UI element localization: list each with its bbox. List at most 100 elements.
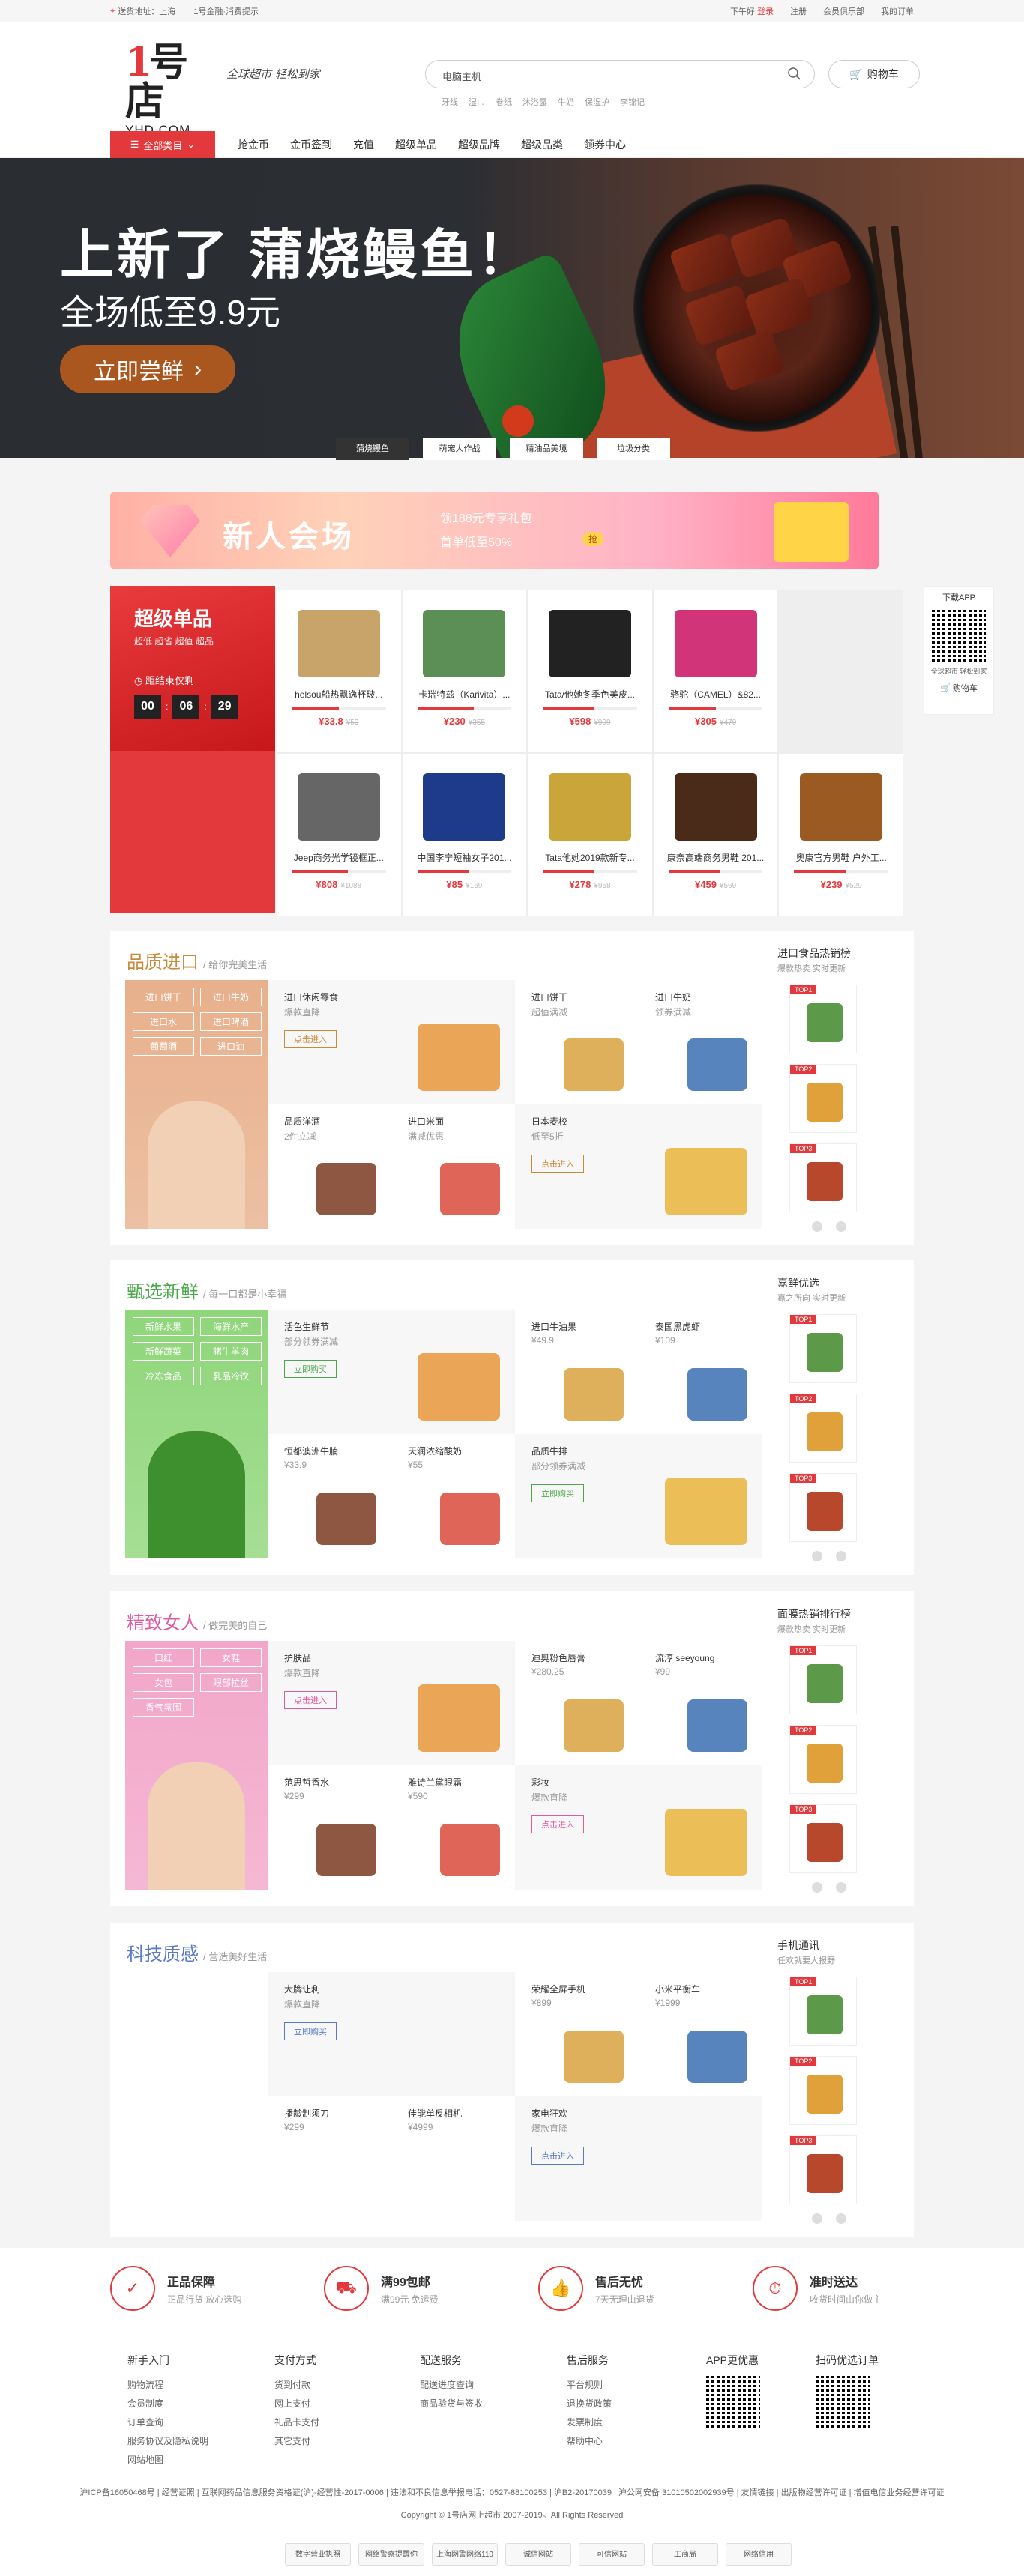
product-card[interactable]: 骆驼（CAMEL）&82... ¥305 ¥470 (653, 590, 778, 752)
product-card[interactable]: helsou船热飘逸杯玻... ¥33.8 ¥53 (277, 590, 401, 752)
ranking-item[interactable]: TOP3 (789, 1143, 857, 1212)
next-dot[interactable] (836, 2213, 846, 2224)
floor-tag[interactable]: 香气氛围 (133, 1698, 194, 1717)
hero-banner[interactable]: 上新了 蒲烧鳗鱼！ 全场低至9.9元 立即尝鲜 › (0, 158, 1024, 458)
ranking-item[interactable]: TOP3 (789, 1804, 857, 1873)
service-item[interactable]: ⏱ 准时送达 收货时间由你做主 (753, 2266, 882, 2311)
search-input[interactable]: 电脑主机 (442, 69, 481, 83)
grab-badge[interactable]: 抢 (582, 532, 604, 546)
next-dot[interactable] (836, 1551, 846, 1561)
all-categories-button[interactable]: ☰ 全部类目 ⌄ (110, 131, 215, 158)
banner-tab[interactable]: 精油品美境 (510, 438, 583, 460)
floor-cell[interactable]: 进口饼干 超值满减 (515, 980, 639, 1104)
cell-button[interactable]: 立即购买 (531, 1484, 584, 1502)
prev-dot[interactable] (812, 2213, 822, 2224)
floor-tag[interactable]: 猪牛羊肉 (200, 1342, 262, 1361)
cart-button[interactable]: 🛒 购物车 (828, 60, 920, 88)
floor-banner[interactable]: 口红 女鞋 女包 眼部拉丝 香气氛围 (125, 1641, 268, 1890)
floor-cell[interactable]: 恒都澳洲牛腩 ¥33.9 (268, 1434, 391, 1558)
floor-cell[interactable]: 播龄制须刀 ¥299 (268, 2096, 391, 2221)
footer-link[interactable]: 会员制度 (127, 2397, 208, 2410)
next-dot[interactable] (836, 1882, 846, 1893)
cell-button[interactable]: 点击进入 (284, 1691, 337, 1709)
floor-banner[interactable]: 新鲜水果 海鲜水产 新鲜蔬菜 猪牛羊肉 冷冻食品 乳品冷饮 (125, 1310, 268, 1558)
floor-banner[interactable] (125, 1972, 268, 2221)
trust-badge[interactable]: 可信网站 (579, 2543, 645, 2566)
floor-tag[interactable]: 乳品冷饮 (200, 1367, 262, 1385)
product-card[interactable]: 康奈高端商务男鞋 201... ¥459 ¥569 (653, 754, 778, 916)
floor-cell[interactable]: 荣耀全屏手机 ¥899 (515, 1972, 639, 2096)
floor-cell[interactable]: 雅诗兰黛眼霜 ¥590 (391, 1765, 515, 1890)
footer-link[interactable]: 退换货政策 (567, 2397, 612, 2410)
floor-tag[interactable]: 眼部拉丝 (200, 1673, 262, 1692)
nav-item[interactable]: 超级品牌 (458, 137, 500, 152)
ranking-item[interactable]: TOP2 (789, 1394, 857, 1463)
nav-item[interactable]: 领券中心 (584, 137, 626, 152)
cell-button[interactable]: 点击进入 (531, 1155, 584, 1173)
floor-cell[interactable]: 进口牛油果 ¥49.9 (515, 1310, 639, 1434)
floor-cell[interactable]: 品质洋酒 2件立减 (268, 1104, 391, 1229)
footer-link[interactable]: 订单查询 (127, 2416, 208, 2428)
prev-dot[interactable] (812, 1551, 822, 1561)
floor-cell[interactable]: 品质牛排 部分领券满减 立即购买 (515, 1434, 762, 1558)
side-cart-button[interactable]: 🛒 购物车 (924, 682, 993, 694)
hot-word[interactable]: 李锦记 (620, 96, 645, 108)
ranking-item[interactable]: TOP2 (789, 1064, 857, 1133)
finance-link[interactable]: 1号金融·消费提示 (193, 5, 259, 17)
trust-badge[interactable]: 网络警察提醒你 (358, 2543, 424, 2566)
floor-cell[interactable]: 进口休闲零食 爆款直降 点击进入 (268, 980, 515, 1104)
cell-button[interactable]: 点击进入 (531, 2147, 584, 2165)
ranking-item[interactable]: TOP2 (789, 1725, 857, 1794)
footer-link[interactable]: 服务协议及隐私说明 (127, 2434, 208, 2447)
footer-link[interactable]: 配送进度查询 (420, 2378, 483, 2391)
new-member-banner[interactable]: 新人会场 领188元专享礼包 首单低至50% 抢 (110, 492, 879, 569)
ranking-item[interactable]: TOP1 (789, 985, 857, 1053)
product-card[interactable]: Tata/他她冬季色美皮... ¥598 ¥999 (528, 590, 652, 752)
floor-cell[interactable]: 流淳 seeyoung ¥99 (639, 1641, 762, 1765)
floor-cell[interactable]: 日本麦校 低至5折 点击进入 (515, 1104, 762, 1229)
login-link[interactable]: 登录 (757, 7, 774, 16)
nav-item[interactable]: 充值 (353, 137, 374, 152)
footer-link[interactable]: 网站地图 (127, 2453, 208, 2466)
floor-cell[interactable]: 小米平衡车 ¥1999 (639, 1972, 762, 2096)
floor-cell[interactable]: 大牌让利 爆款直降 立即购买 (268, 1972, 515, 2096)
search-icon[interactable] (787, 67, 802, 82)
floor-cell[interactable]: 家电狂欢 爆款直降 点击进入 (515, 2096, 762, 2221)
floor-cell[interactable]: 活色生鲜节 部分领券满减 立即购买 (268, 1310, 515, 1434)
banner-cta-button[interactable]: 立即尝鲜 › (60, 345, 235, 393)
nav-item[interactable]: 超级品类 (521, 137, 563, 152)
next-dot[interactable] (836, 1221, 846, 1232)
floor-banner[interactable]: 进口饼干 进口牛奶 进口水 进口啤酒 葡萄酒 进口油 (125, 980, 268, 1229)
floor-tag[interactable]: 进口牛奶 (200, 988, 262, 1006)
nav-item[interactable]: 金币签到 (290, 137, 332, 152)
floor-cell[interactable]: 迪奥粉色唇膏 ¥280.25 (515, 1641, 639, 1765)
hot-word[interactable]: 沐浴露 (522, 96, 547, 108)
banner-tab[interactable]: 垃圾分类 (597, 438, 670, 460)
footer-link[interactable]: 货到付款 (274, 2378, 319, 2391)
nav-item[interactable]: 抢金币 (238, 137, 269, 152)
ranking-item[interactable]: TOP1 (789, 1314, 857, 1383)
product-card[interactable]: 奥康官方男鞋 户外工... ¥239 ¥529 (779, 754, 903, 916)
register-link[interactable]: 注册 (790, 5, 807, 17)
cell-button[interactable]: 点击进入 (531, 1815, 584, 1833)
footer-link[interactable]: 礼品卡支付 (274, 2416, 319, 2428)
footer-link[interactable]: 商品验货与签收 (420, 2397, 483, 2410)
banner-tab[interactable]: 蒲烧鳗鱼 (336, 438, 409, 460)
floor-tag[interactable]: 进口水 (133, 1012, 194, 1031)
footer-link[interactable]: 网上支付 (274, 2397, 319, 2410)
hot-word[interactable]: 湿巾 (469, 96, 485, 108)
super-deals-header[interactable]: 超级单品 超低 超省 超值 超品 ◷ 距结束仅剩 00:06:29 (110, 586, 275, 751)
hot-word[interactable]: 保湿护 (585, 96, 609, 108)
ranking-item[interactable]: TOP1 (789, 1645, 857, 1714)
footer-link[interactable]: 平台规则 (567, 2378, 612, 2391)
floor-cell[interactable]: 天润浓缩酸奶 ¥55 (391, 1434, 515, 1558)
ranking-item[interactable]: TOP1 (789, 1977, 857, 2046)
floor-tag[interactable]: 女包 (133, 1673, 194, 1692)
prev-dot[interactable] (812, 1882, 822, 1893)
delivery-location[interactable]: 送货地址：上海 (118, 5, 175, 17)
ranking-item[interactable]: TOP2 (789, 2056, 857, 2125)
service-item[interactable]: ✓ 正品保障 正品行货 放心选购 (110, 2266, 241, 2311)
floor-tag[interactable]: 葡萄酒 (133, 1037, 194, 1056)
cell-button[interactable]: 立即购买 (284, 2022, 337, 2040)
footer-link[interactable]: 购物流程 (127, 2378, 208, 2391)
